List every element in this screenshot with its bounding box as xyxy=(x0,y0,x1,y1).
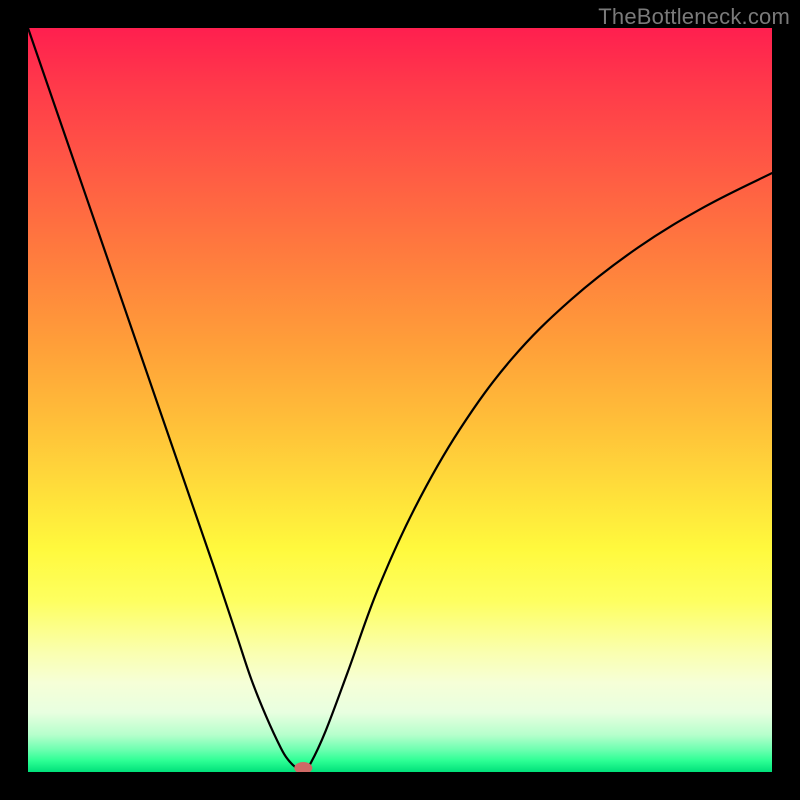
bottleneck-curve xyxy=(28,28,772,772)
chart-frame: TheBottleneck.com xyxy=(0,0,800,800)
plot-area xyxy=(28,28,772,772)
watermark-text: TheBottleneck.com xyxy=(598,4,790,30)
curve-svg xyxy=(28,28,772,772)
